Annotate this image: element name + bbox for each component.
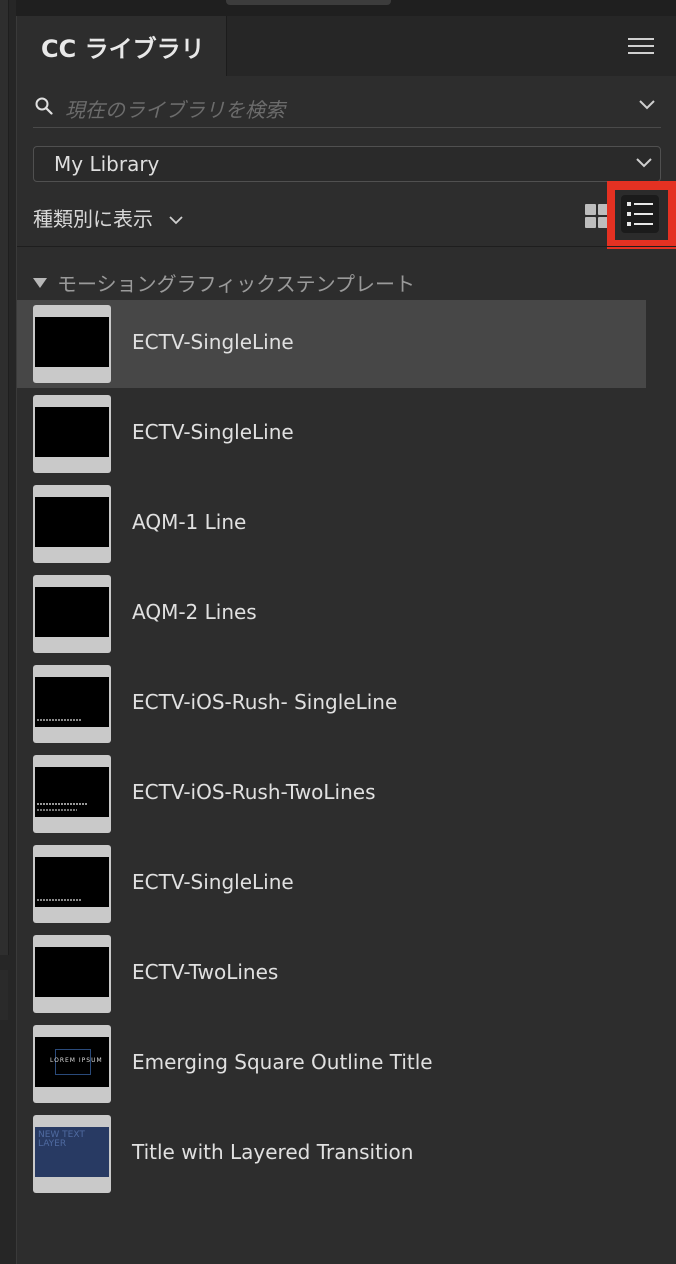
thumbnail-preview: [35, 407, 109, 457]
thumbnail-preview: [35, 767, 109, 817]
template-thumbnail: [33, 665, 111, 743]
list-item[interactable]: ECTV-iOS-Rush- SingleLine: [17, 660, 646, 748]
thumbnail-preview: [35, 857, 109, 907]
template-thumbnail: NEW TEXT LAYER: [33, 1115, 111, 1193]
thumbnail-preview: [35, 587, 109, 637]
list-item-label: AQM-2 Lines: [132, 600, 257, 624]
list-view-icon: [621, 195, 659, 233]
list-view-button[interactable]: [615, 190, 668, 240]
template-thumbnail: [33, 845, 111, 923]
list-item[interactable]: LOREM IPSUM Emerging Square Outline Title: [17, 1020, 646, 1108]
thumbnail-text: LOREM IPSUM: [50, 1057, 103, 1064]
list-item[interactable]: ECTV-SingleLine: [17, 300, 646, 388]
thumbnail-preview: [35, 947, 109, 997]
library-dropdown[interactable]: My Library: [33, 146, 661, 182]
view-by-type-dropdown[interactable]: 種類別に表示: [33, 203, 183, 232]
cc-libraries-panel: CC ライブラリ 現在のライブラリを検索 My Library 種類別に表示 モ…: [17, 16, 676, 1264]
thumbnail-preview: [35, 317, 109, 367]
view-options-row: 種類別に表示: [33, 181, 676, 249]
list-item-label: ECTV-TwoLines: [132, 960, 279, 984]
panel-tab-bar: CC ライブラリ: [17, 16, 676, 76]
list-item-label: ECTV-SingleLine: [132, 420, 294, 444]
list-item-label: ECTV-SingleLine: [132, 870, 294, 894]
thumbnail-preview: [35, 497, 109, 547]
list-item[interactable]: AQM-1 Line: [17, 480, 646, 568]
template-thumbnail: [33, 755, 111, 833]
disclosure-triangle-icon[interactable]: [33, 277, 47, 288]
list-item-label: ECTV-iOS-Rush- SingleLine: [132, 690, 398, 714]
template-thumbnail: [33, 305, 111, 383]
view-by-label: 種類別に表示: [33, 207, 153, 231]
left-panel-segment: [0, 0, 9, 955]
chevron-down-icon[interactable]: [639, 100, 655, 110]
chevron-down-icon: [169, 216, 183, 225]
grid-view-icon[interactable]: [585, 204, 609, 228]
template-thumbnail: [33, 395, 111, 473]
left-panel-segment: [0, 970, 8, 1020]
list-item-label: AQM-1 Line: [132, 510, 247, 534]
template-thumbnail: [33, 935, 111, 1013]
section-header[interactable]: モーショングラフィックステンプレート: [33, 268, 415, 297]
search-bar[interactable]: 現在のライブラリを検索: [33, 88, 661, 128]
tab-cc-libraries[interactable]: CC ライブラリ: [17, 16, 227, 76]
chevron-down-icon: [636, 158, 652, 168]
library-dropdown-value: My Library: [54, 152, 160, 176]
search-icon: [35, 97, 53, 115]
list-item-label: Emerging Square Outline Title: [132, 1050, 433, 1074]
list-item-label: ECTV-SingleLine: [132, 330, 294, 354]
thumbnail-preview: LOREM IPSUM: [35, 1037, 109, 1087]
divider: [17, 246, 676, 247]
list-item[interactable]: ECTV-SingleLine: [17, 390, 646, 478]
hamburger-menu-icon[interactable]: [628, 38, 654, 54]
top-edge-tab: [226, 0, 391, 5]
thumbnail-preview: NEW TEXT LAYER: [35, 1127, 109, 1177]
template-thumbnail: [33, 485, 111, 563]
template-thumbnail: LOREM IPSUM: [33, 1025, 111, 1103]
list-item[interactable]: ECTV-SingleLine: [17, 840, 646, 928]
search-placeholder[interactable]: 現在のライブラリを検索: [65, 94, 285, 123]
section-title: モーショングラフィックステンプレート: [57, 272, 415, 296]
list-view-highlight: [607, 181, 676, 249]
top-edge: [16, 0, 676, 16]
list-item[interactable]: AQM-2 Lines: [17, 570, 646, 658]
list-item[interactable]: ECTV-iOS-Rush-TwoLines: [17, 750, 646, 838]
thumbnail-text: NEW TEXT LAYER: [38, 1130, 85, 1149]
list-item-label: Title with Layered Transition: [132, 1140, 414, 1164]
list-item[interactable]: NEW TEXT LAYER Title with Layered Transit…: [17, 1110, 646, 1198]
list-item-label: ECTV-iOS-Rush-TwoLines: [132, 780, 376, 804]
left-panel-edge: [0, 0, 17, 1264]
list-item[interactable]: ECTV-TwoLines: [17, 930, 646, 1018]
template-thumbnail: [33, 575, 111, 653]
thumbnail-preview: [35, 677, 109, 727]
